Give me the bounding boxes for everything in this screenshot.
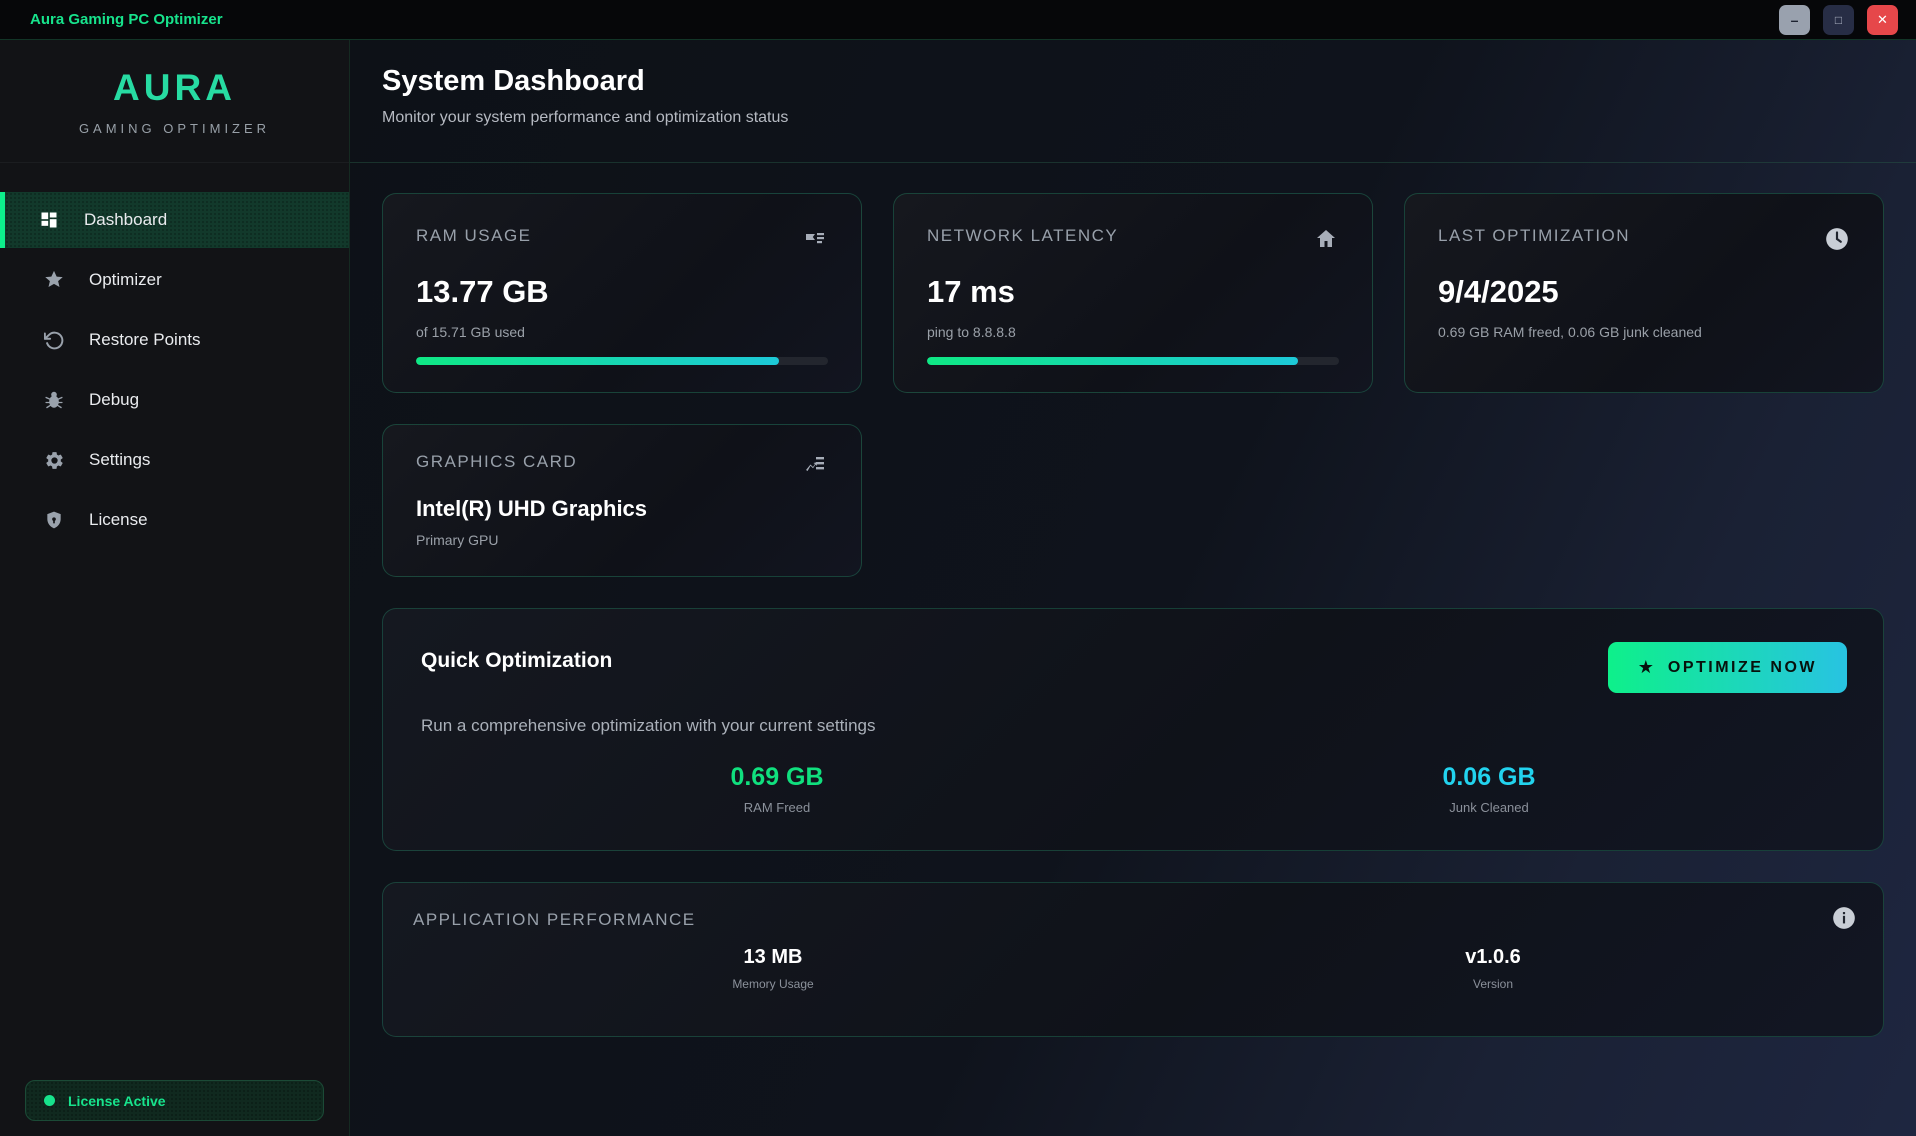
- version-value: v1.0.6: [1133, 946, 1853, 969]
- last-optimization-subtitle: 0.69 GB RAM freed, 0.06 GB junk cleaned: [1438, 324, 1850, 340]
- memory-usage-value: 13 MB: [413, 946, 1133, 969]
- ram-usage-value: 13.77 GB: [416, 274, 828, 310]
- version-label: Version: [1133, 977, 1853, 991]
- version-stat: v1.0.6 Version: [1133, 946, 1853, 991]
- ram-usage-subtitle: of 15.71 GB used: [416, 324, 828, 340]
- application-performance-stats: 13 MB Memory Usage v1.0.6 Version: [413, 946, 1853, 991]
- app-tagline: GAMING OPTIMIZER: [79, 121, 270, 136]
- sidebar-item-debug[interactable]: Debug: [0, 372, 349, 428]
- ram-freed-value: 0.69 GB: [421, 763, 1133, 792]
- window-body: AURA GAMING OPTIMIZER Dashboard: [0, 40, 1916, 1136]
- close-button[interactable]: ✕: [1867, 5, 1898, 35]
- gpu-card-row: GRAPHICS CARD Intel(R) UHD Graphics: [382, 424, 1884, 577]
- bug-icon: [43, 389, 65, 411]
- card-title: RAM USAGE: [416, 226, 532, 246]
- sidebar-nav: Dashboard Optimizer: [0, 192, 349, 552]
- sidebar-item-label: Settings: [89, 450, 150, 470]
- sidebar-item-label: Optimizer: [89, 270, 162, 290]
- app-window: Aura Gaming PC Optimizer – □ ✕ AURA GAMI…: [0, 0, 1916, 1136]
- application-performance-title: APPLICATION PERFORMANCE: [413, 910, 1853, 930]
- minimize-icon: –: [1791, 13, 1799, 27]
- sidebar-item-dashboard[interactable]: Dashboard: [0, 192, 349, 248]
- sidebar: AURA GAMING OPTIMIZER Dashboard: [0, 40, 350, 1136]
- ram-usage-card: RAM USAGE 13.77 GB of 1: [382, 193, 862, 393]
- quick-optimization-panel: Quick Optimization ★ OPTIMIZE NOW Run a …: [382, 608, 1884, 851]
- window-controls: – □ ✕: [1779, 5, 1898, 35]
- network-progress-track: [927, 357, 1339, 365]
- optimize-now-button[interactable]: ★ OPTIMIZE NOW: [1608, 642, 1847, 693]
- ram-freed-stat: 0.69 GB RAM Freed: [421, 763, 1133, 815]
- optimize-now-label: OPTIMIZE NOW: [1668, 659, 1817, 677]
- last-optimization-card: LAST OPTIMIZATION 9/4/2025 0.69 GB RAM f…: [1404, 193, 1884, 393]
- ram-progress-track: [416, 357, 828, 365]
- home-icon: [1313, 226, 1339, 252]
- info-icon: [1831, 905, 1857, 931]
- network-latency-card: NETWORK LATENCY 17 ms ping to 8.8.8.8: [893, 193, 1373, 393]
- graphics-card-card: GRAPHICS CARD Intel(R) UHD Graphics: [382, 424, 862, 577]
- logo-block: AURA GAMING OPTIMIZER: [0, 40, 349, 163]
- page-title: System Dashboard: [382, 65, 1884, 98]
- page-subtitle: Monitor your system performance and opti…: [382, 109, 1884, 127]
- sidebar-item-optimizer[interactable]: Optimizer: [0, 252, 349, 308]
- network-latency-subtitle: ping to 8.8.8.8: [927, 324, 1339, 340]
- ram-freed-label: RAM Freed: [421, 800, 1133, 815]
- card-title: LAST OPTIMIZATION: [1438, 226, 1630, 246]
- restore-arrow-icon: [43, 329, 65, 351]
- sidebar-item-label: Dashboard: [84, 210, 167, 230]
- card-title: NETWORK LATENCY: [927, 226, 1118, 246]
- titlebar: Aura Gaming PC Optimizer – □ ✕: [0, 0, 1916, 40]
- last-optimization-value: 9/4/2025: [1438, 274, 1850, 310]
- shield-lock-icon: [43, 509, 65, 531]
- star-icon: [43, 269, 65, 291]
- sidebar-item-label: License: [89, 510, 148, 530]
- clock-icon: [1824, 226, 1850, 252]
- sidebar-item-restore-points[interactable]: Restore Points: [0, 312, 349, 368]
- quick-optimization-description: Run a comprehensive optimization with yo…: [421, 716, 1845, 736]
- page-header: System Dashboard Monitor your system per…: [350, 40, 1916, 163]
- memory-icon: [802, 226, 828, 252]
- sidebar-item-settings[interactable]: Settings: [0, 432, 349, 488]
- network-latency-value: 17 ms: [927, 274, 1339, 310]
- app-title: Aura Gaming PC Optimizer: [30, 11, 223, 28]
- maximize-icon: □: [1835, 14, 1842, 26]
- graphics-card-value: Intel(R) UHD Graphics: [416, 496, 828, 522]
- sidebar-item-label: Debug: [89, 390, 139, 410]
- junk-cleaned-value: 0.06 GB: [1133, 763, 1845, 792]
- memory-usage-label: Memory Usage: [413, 977, 1133, 991]
- network-progress-fill: [927, 357, 1298, 365]
- license-status-badge: License Active: [25, 1080, 324, 1121]
- license-active-dot: [44, 1095, 55, 1106]
- ram-progress-fill: [416, 357, 779, 365]
- dashboard-content: RAM USAGE 13.77 GB of 1: [350, 163, 1916, 1136]
- close-icon: ✕: [1877, 13, 1888, 26]
- junk-cleaned-label: Junk Cleaned: [1133, 800, 1845, 815]
- sidebar-item-license[interactable]: License: [0, 492, 349, 548]
- quick-optimization-stats: 0.69 GB RAM Freed 0.06 GB Junk Cleaned: [421, 763, 1845, 815]
- license-status-text: License Active: [68, 1093, 166, 1109]
- minimize-button[interactable]: –: [1779, 5, 1810, 35]
- card-title: GRAPHICS CARD: [416, 452, 577, 472]
- stat-cards-row: RAM USAGE 13.77 GB of 1: [382, 193, 1884, 393]
- memory-usage-stat: 13 MB Memory Usage: [413, 946, 1133, 991]
- star-icon: ★: [1638, 657, 1654, 678]
- graphics-card-subtitle: Primary GPU: [416, 532, 828, 548]
- application-performance-panel: APPLICATION PERFORMANCE 13 MB Memory Usa…: [382, 882, 1884, 1037]
- app-logo: AURA: [113, 67, 236, 109]
- gear-icon: [43, 449, 65, 471]
- main-area: System Dashboard Monitor your system per…: [350, 40, 1916, 1136]
- maximize-button[interactable]: □: [1823, 5, 1854, 35]
- dashboard-grid-icon: [38, 209, 60, 231]
- performance-chart-icon: [802, 452, 828, 478]
- junk-cleaned-stat: 0.06 GB Junk Cleaned: [1133, 763, 1845, 815]
- sidebar-item-label: Restore Points: [89, 330, 201, 350]
